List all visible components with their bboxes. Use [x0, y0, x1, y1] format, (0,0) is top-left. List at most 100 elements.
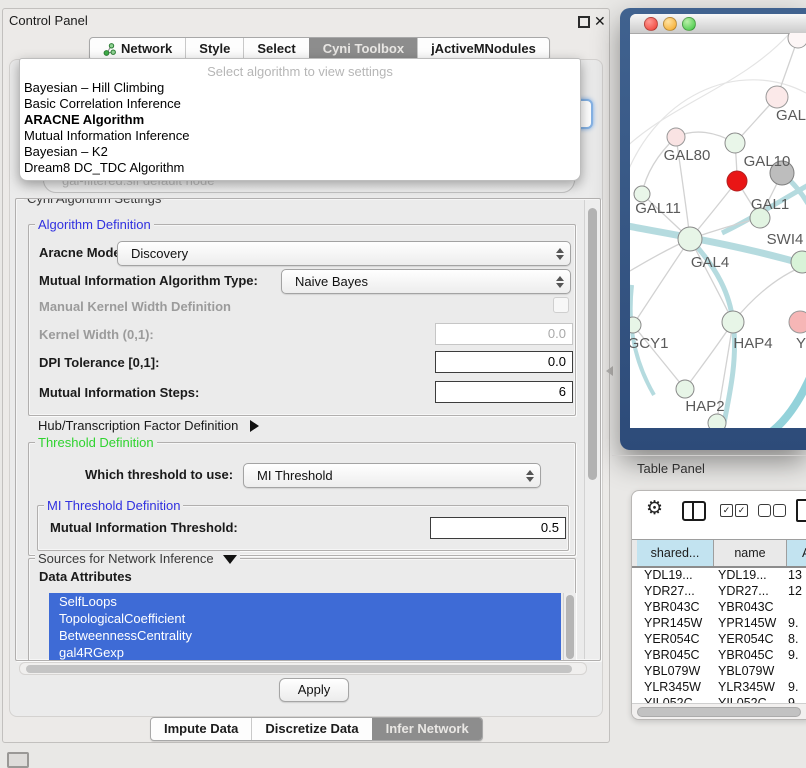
tab-style[interactable]: Style [185, 38, 243, 60]
column-header-next[interactable]: A [786, 540, 806, 566]
settings-vertical-scrollbar[interactable] [584, 200, 600, 659]
table-row[interactable]: YDR27...YDR27...12 [632, 583, 806, 599]
dpi-tolerance-field[interactable]: 0.0 [435, 351, 573, 373]
network-window-titlebar[interactable] [630, 14, 806, 34]
node-gal4[interactable] [678, 227, 702, 251]
column-header-shared[interactable]: shared... [637, 540, 713, 566]
node-gal80[interactable] [667, 128, 685, 146]
node-label-swi4: SWI4 [767, 231, 804, 248]
table-row[interactable]: YPR145WYPR145W9. [632, 615, 806, 631]
node-red-selected[interactable] [727, 171, 747, 191]
node-gcy1[interactable] [630, 317, 641, 333]
tab-impute-data[interactable]: Impute Data [151, 718, 251, 740]
tab-infer-network[interactable]: Infer Network [372, 718, 482, 740]
list-item[interactable]: gal4RGexp [49, 644, 561, 661]
table-row[interactable]: YBR045CYBR045C9. [632, 647, 806, 663]
settings-horizontal-scrollbar[interactable] [19, 662, 587, 675]
table-hscroll-thumb[interactable] [637, 707, 801, 717]
settings-vscroll-thumb[interactable] [588, 208, 597, 480]
settings-hscroll-thumb[interactable] [26, 665, 572, 673]
apply-button[interactable]: Apply [279, 678, 349, 702]
node-hap2[interactable] [676, 380, 694, 398]
hub-definition-row[interactable]: Hub/Transcription Factor Definition [38, 418, 259, 433]
aracne-mode-label: Aracne Mode: [39, 245, 125, 260]
close-icon[interactable]: ✕ [594, 12, 606, 30]
float-window-icon[interactable] [578, 16, 590, 28]
page-icon[interactable] [796, 499, 806, 522]
cell-shared: YIL052C [644, 695, 693, 703]
cell-shared: YBL079W [644, 663, 700, 679]
tab-impute-data-label: Impute Data [164, 718, 238, 740]
mi-steps-label: Mutual Information Steps: [39, 385, 199, 400]
cell-value: 9. [788, 615, 798, 631]
popup-item[interactable]: Bayesian – K2 [20, 144, 580, 160]
table-row[interactable]: YBR043CYBR043C [632, 599, 806, 615]
mi-threshold-field[interactable]: 0.5 [430, 517, 566, 539]
which-threshold-combobox[interactable]: MI Threshold [243, 463, 541, 488]
node-bottom[interactable] [708, 414, 726, 428]
node-unlabeled[interactable] [788, 33, 806, 48]
collapse-arrow-icon[interactable] [223, 555, 237, 564]
network-edge [690, 239, 733, 322]
split-columns-icon[interactable] [682, 501, 706, 521]
table-row[interactable]: YDL19...YDL19...13 [632, 567, 806, 583]
data-attributes-label: Data Attributes [39, 569, 132, 584]
split-columns-divider [692, 503, 694, 519]
close-traffic-light-icon[interactable] [644, 17, 658, 31]
select-all-checkbox-icon[interactable]: ✓ [720, 504, 733, 517]
algorithm-definition-title: Algorithm Definition [35, 217, 154, 232]
tab-select[interactable]: Select [243, 38, 308, 60]
table-body: YDL19...YDL19...13 YDR27...YDR27...12 YB… [632, 567, 806, 703]
threshold-definition-title: Threshold Definition [35, 435, 157, 450]
minimized-panel-icon[interactable] [7, 752, 29, 768]
tab-network-label: Network [121, 38, 172, 60]
node-label-hap2: HAP2 [685, 398, 724, 415]
node-gal-top[interactable] [766, 86, 788, 108]
mi-steps-field[interactable]: 6 [435, 381, 573, 403]
algorithm-dropdown-popup: Select algorithm to view settings Bayesi… [19, 58, 581, 181]
node-hap4[interactable] [722, 311, 744, 333]
minimize-traffic-light-icon[interactable] [663, 17, 677, 31]
list-item[interactable]: SelfLoops [49, 593, 561, 610]
node-label-gcy1: GCY1 [630, 335, 668, 352]
table-row[interactable]: YER054CYER054C8. [632, 631, 806, 647]
cyni-bottom-tabs: Impute Data Discretize Data Infer Networ… [150, 717, 483, 741]
tab-cyni-toolbox[interactable]: Cyni Toolbox [309, 38, 417, 60]
tab-network[interactable]: Network [90, 38, 185, 60]
node-swi4[interactable] [791, 251, 806, 273]
manual-kernel-width-checkbox[interactable] [553, 297, 569, 313]
splitter-collapse-icon[interactable] [606, 366, 613, 376]
table-horizontal-scrollbar[interactable] [632, 703, 806, 720]
cell-value: 8. [788, 631, 798, 647]
gear-icon[interactable]: ⚙ [646, 497, 663, 520]
aracne-mode-combobox[interactable]: Discovery [117, 241, 571, 266]
list-vscroll-thumb[interactable] [566, 595, 574, 659]
table-row[interactable]: YLR345WYLR345W9. [632, 679, 806, 695]
mi-algorithm-type-combobox[interactable]: Naive Bayes [281, 269, 571, 294]
cell-value: 9. [788, 679, 798, 695]
table-row[interactable]: YIL052CYIL052C9 [632, 695, 806, 703]
deselect-all-checkbox-icon2 [773, 504, 786, 517]
popup-item[interactable]: Basic Correlation Inference [20, 96, 580, 112]
tab-style-label: Style [199, 38, 230, 60]
node-gal10[interactable] [725, 133, 745, 153]
list-item[interactable]: TopologicalCoefficient [49, 610, 561, 627]
tab-discretize-data[interactable]: Discretize Data [251, 718, 371, 740]
list-vertical-scrollbar[interactable] [563, 593, 576, 661]
sources-group-title: Sources for Network Inference [35, 551, 240, 566]
popup-item[interactable]: Mutual Information Inference [20, 128, 580, 144]
tab-jactivemnodules[interactable]: jActiveMNodules [417, 38, 549, 60]
deselect-all-checkbox-icon[interactable] [758, 504, 771, 517]
table-row[interactable]: YBL079WYBL079W [632, 663, 806, 679]
popup-item[interactable]: Dream8 DC_TDC Algorithm [20, 160, 580, 176]
column-header-name[interactable]: name [713, 540, 786, 566]
node-label-gal1: GAL1 [751, 196, 789, 213]
network-canvas[interactable]: GAL GAL80 GAL10 GAL11 GAL1 SWI4 GAL4 GCY… [630, 33, 806, 428]
popup-item-selected[interactable]: ARACNE Algorithm [20, 112, 580, 128]
expand-arrow-icon[interactable] [250, 420, 259, 432]
zoom-traffic-light-icon[interactable] [682, 17, 696, 31]
kernel-width-field[interactable]: 0.0 [435, 323, 573, 345]
list-item[interactable]: BetweennessCentrality [49, 627, 561, 644]
popup-item[interactable]: Bayesian – Hill Climbing [20, 80, 580, 96]
node-pink-right[interactable] [789, 311, 806, 333]
